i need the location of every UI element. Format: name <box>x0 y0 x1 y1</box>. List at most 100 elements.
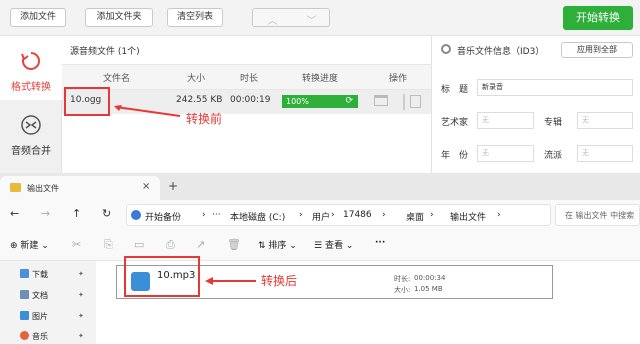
separator-icon: › <box>299 210 303 220</box>
nav-label: 图片 <box>32 312 48 321</box>
forward-icon[interactable]: → <box>41 207 50 220</box>
field-label: 标 题 <box>441 85 469 95</box>
picture-icon <box>20 311 29 320</box>
arrow-icon <box>205 277 256 285</box>
rename-icon[interactable]: ⎙ <box>166 238 175 252</box>
toolbar: 添加文件 添加文件夹 清空列表 ︿ ﹀ 开始转换 <box>0 0 640 36</box>
tab-output[interactable]: 输出文件 × <box>0 176 160 200</box>
highlight-box <box>124 256 200 297</box>
breadcrumb[interactable]: 输出文件 <box>450 210 486 223</box>
new-button[interactable]: ⊕ 新建 ⌄ <box>10 238 49 251</box>
file-size: 242.55 KB <box>176 95 223 105</box>
breadcrumb[interactable]: 17486 <box>343 210 372 220</box>
divider <box>403 94 405 110</box>
genre-field[interactable]: 无 <box>577 145 633 162</box>
share-icon[interactable]: ↗ <box>196 238 205 251</box>
move-up-icon[interactable]: ︿ <box>253 12 292 27</box>
nav-item-documents[interactable]: 文档 <box>20 290 48 301</box>
paste-icon[interactable]: ▭ <box>134 238 144 251</box>
breadcrumb[interactable]: 用户 <box>312 210 330 223</box>
field-label: 专辑 <box>544 118 563 128</box>
album-field[interactable]: 无 <box>577 112 633 129</box>
duration-value: 00:00:34 <box>414 274 446 282</box>
apply-all-button[interactable]: 应用到全部 <box>561 42 633 58</box>
view-button[interactable]: ☰ 查看 ⌄ <box>314 238 353 251</box>
delete-icon[interactable]: 🗑 <box>227 238 241 251</box>
sort-button[interactable]: ⇅ 排序 ⌄ <box>258 238 297 251</box>
year-field[interactable]: 无 <box>477 145 534 162</box>
view-label: 查看 <box>324 241 343 251</box>
new-label: 新建 <box>20 241 39 251</box>
more-icon[interactable]: ··· <box>212 210 221 220</box>
id3-title: 音乐文件信息（ID3） <box>457 47 545 57</box>
music-icon <box>20 331 29 340</box>
nav-pane: 下载 ✦ 文档 ✦ 图片 ✦ 音乐 ✦ <box>0 261 96 344</box>
back-icon[interactable]: ← <box>10 207 19 220</box>
sort-label: 排序 <box>268 241 287 251</box>
highlight-box <box>64 87 110 116</box>
progress-bar: 100% ⟳ <box>282 95 358 108</box>
address-bar-row: ← → ↑ ↻ 开始备份 › ··· 本地磁盘 (C:) › 用户 › 1748… <box>0 200 640 230</box>
nav-label: 音乐 <box>32 332 48 341</box>
more-icon[interactable]: ··· <box>375 238 385 248</box>
nav-item-pictures[interactable]: 图片 <box>20 311 48 322</box>
breadcrumb[interactable]: 开始备份 <box>145 210 181 223</box>
tab-bar: 输出文件 × + <box>0 173 640 200</box>
start-convert-button[interactable]: 开始转换 <box>563 6 633 30</box>
breadcrumb[interactable]: 本地磁盘 (C:) <box>230 210 285 223</box>
file-list-title: 源音频文件 (1个) <box>70 47 140 57</box>
move-down-icon[interactable]: ﹀ <box>292 12 331 27</box>
pin-icon: ✦ <box>78 332 84 340</box>
breadcrumb[interactable]: 桌面 <box>406 210 424 223</box>
info-icon <box>441 44 451 54</box>
separator-icon: › <box>331 210 335 220</box>
add-folder-button[interactable]: 添加文件夹 <box>85 8 153 27</box>
copy-icon[interactable]: ⎘ <box>104 238 113 252</box>
file-duration: 00:00:19 <box>230 95 271 105</box>
separator-icon: › <box>382 210 386 220</box>
folder-icon[interactable] <box>374 95 388 106</box>
pin-icon: ✦ <box>78 291 84 299</box>
close-icon[interactable]: × <box>142 181 150 192</box>
address-bar[interactable]: 开始备份 › ··· 本地磁盘 (C:) › 用户 › 17486 › 桌面 ›… <box>126 204 551 226</box>
cloud-icon <box>131 210 141 220</box>
table-header: 文件名 大小 时长 转换进度 操作 <box>62 64 431 90</box>
annotation-before: 转换前 <box>186 112 223 126</box>
add-file-button[interactable]: 添加文件 <box>10 8 66 27</box>
sidebar-item-audio-merge[interactable]: 音频合并 <box>0 104 62 168</box>
search-placeholder: 在 输出文件 中搜索 <box>565 211 635 220</box>
column-header: 操作 <box>389 74 408 84</box>
column-header: 转换进度 <box>302 74 339 84</box>
title-field[interactable]: 新录音 <box>477 79 633 96</box>
nav-item-music[interactable]: 音乐 <box>20 331 48 342</box>
column-header: 文件名 <box>103 74 131 84</box>
pin-icon: ✦ <box>78 312 84 320</box>
id3-panel: 音乐文件信息（ID3） 应用到全部 标 题 新录音 艺术家 无 专辑 无 年 份… <box>431 36 640 173</box>
size-label: 大小: <box>394 286 411 294</box>
file-area: 10.mp3 时长: 00:00:34 大小: 1.05 MB 转换后 <box>96 256 640 344</box>
command-bar: ⊕ 新建 ⌄ ✂ ⎘ ▭ ⎙ ↗ 🗑 ⇅ 排序 ⌄ ☰ 查看 ⌄ ··· <box>0 230 640 261</box>
tab-label: 输出文件 <box>27 184 59 193</box>
column-header: 大小 <box>187 74 206 84</box>
field-label: 流派 <box>544 151 563 161</box>
new-tab-icon[interactable]: + <box>168 179 178 193</box>
merge-icon <box>21 115 41 135</box>
separator-icon: › <box>202 210 206 220</box>
up-icon[interactable]: ↑ <box>72 207 81 220</box>
sidebar-item-format-convert[interactable]: 格式转换 <box>0 36 62 100</box>
progress-text: 100% <box>286 97 309 106</box>
annotation-after: 转换后 <box>261 274 298 288</box>
cut-icon[interactable]: ✂ <box>72 238 81 251</box>
search-input[interactable]: 在 输出文件 中搜索 <box>555 204 640 226</box>
refresh-icon[interactable]: ⟳ <box>345 95 353 108</box>
refresh-icon[interactable]: ↻ <box>102 207 111 220</box>
sidebar: 格式转换 音频合并 <box>0 36 62 173</box>
folder-icon <box>10 183 21 192</box>
delete-icon[interactable] <box>410 95 421 108</box>
size-value: 1.05 MB <box>414 285 443 293</box>
clear-list-button[interactable]: 清空列表 <box>167 8 223 27</box>
nav-item-downloads[interactable]: 下载 <box>20 269 48 280</box>
artist-field[interactable]: 无 <box>477 112 534 129</box>
column-header: 时长 <box>240 74 259 84</box>
converter-app: 添加文件 添加文件夹 清空列表 ︿ ﹀ 开始转换 格式转换 音频合并 源音频文件… <box>0 0 640 173</box>
